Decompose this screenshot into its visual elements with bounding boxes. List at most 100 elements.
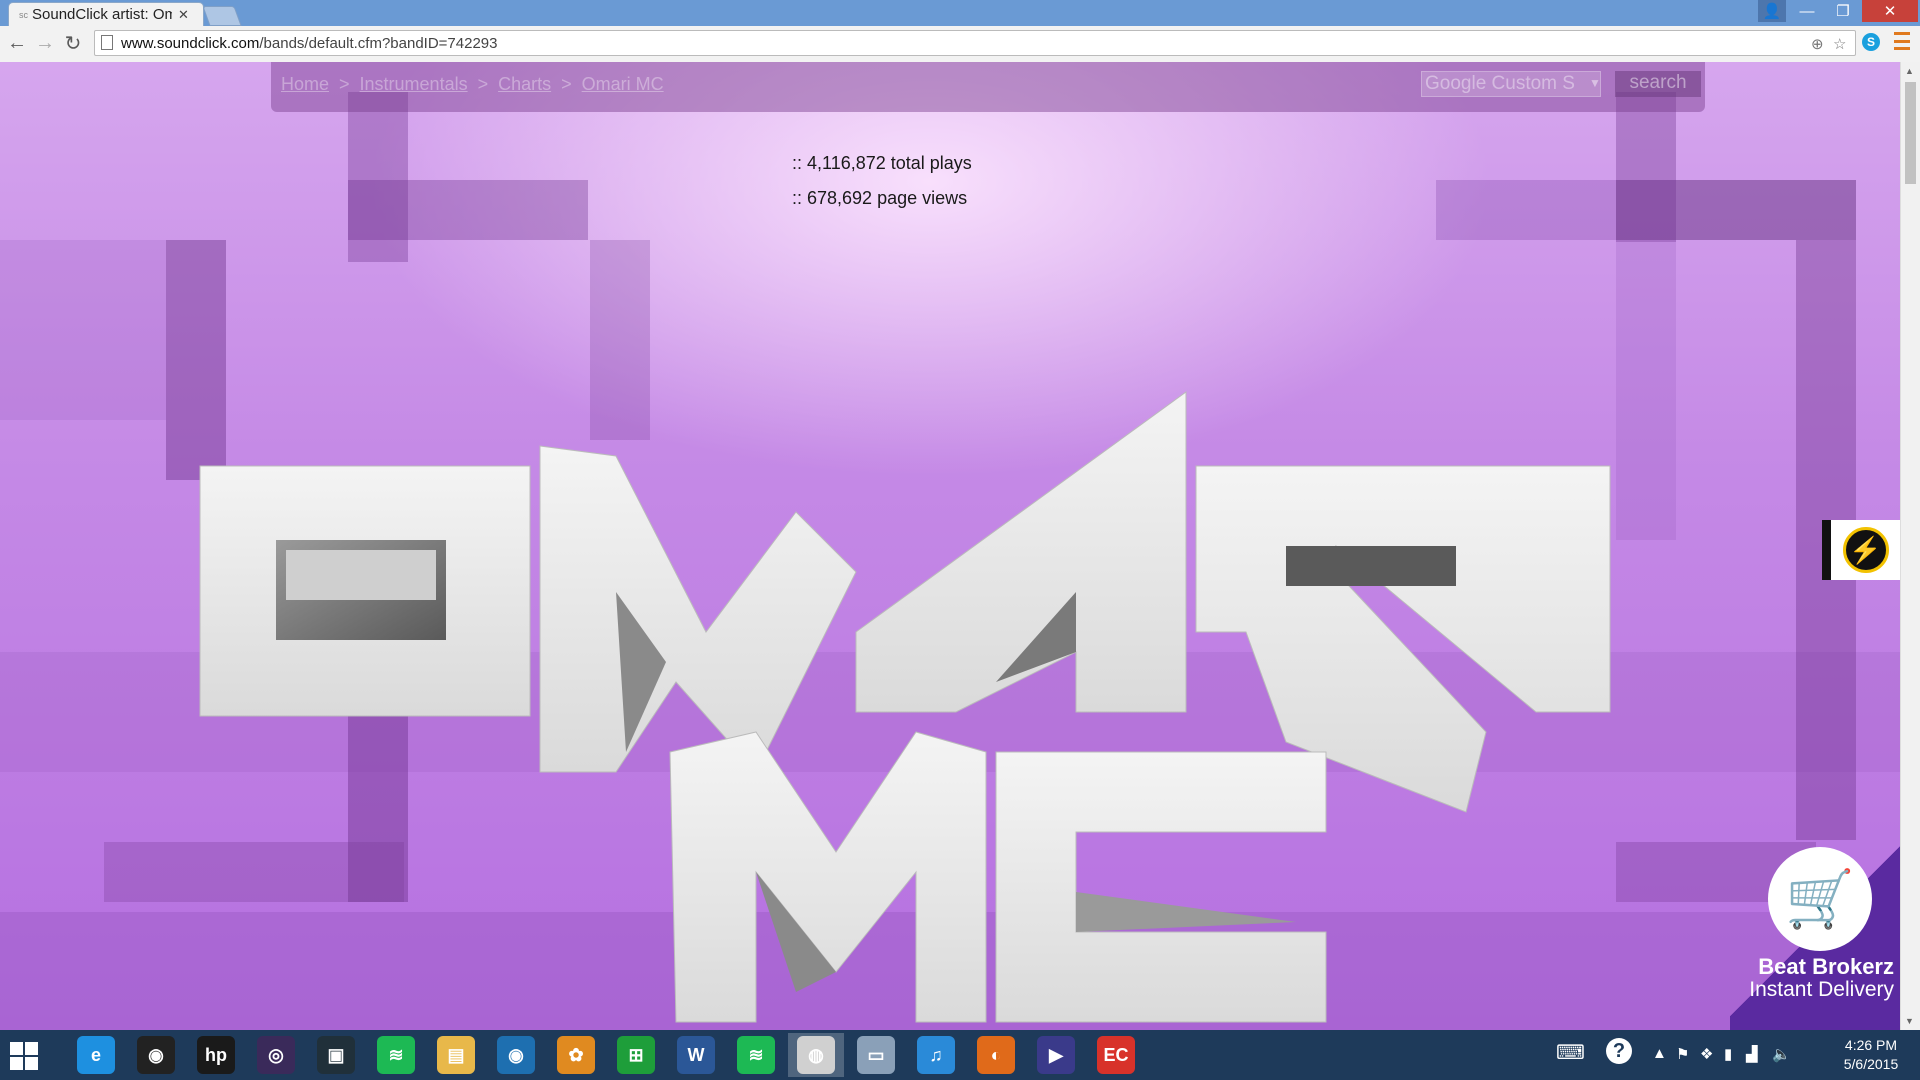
taskbar-app-monitor-app[interactable]: ▭ — [848, 1033, 904, 1077]
forward-arrow-icon[interactable]: → — [34, 32, 56, 54]
reload-icon[interactable]: ↻ — [62, 32, 84, 55]
shopping-cart-icon: 🛒 — [1785, 867, 1855, 930]
logo-letter-a — [855, 391, 1187, 713]
page-icon — [101, 35, 113, 50]
widget-title: Beat Brokerz — [1758, 954, 1894, 979]
taskbar-app-acrobat[interactable]: EC — [1088, 1033, 1144, 1077]
tab-title: SoundClick artist: Om — [32, 6, 172, 23]
breadcrumb-charts[interactable]: Charts — [498, 74, 551, 94]
volume-icon[interactable]: 🔈 — [1772, 1045, 1791, 1063]
help-icon[interactable]: ? — [1606, 1038, 1632, 1064]
battery-icon[interactable]: ▮ — [1724, 1045, 1732, 1063]
search-input[interactable]: Google Custom S — [1421, 71, 1601, 97]
beat-brokerz-widget[interactable]: 🛒 Beat Brokerz Instant Delivery — [1730, 832, 1900, 1030]
scroll-up-arrow-icon[interactable]: ▲ — [1905, 66, 1914, 76]
monitor-app-icon: ▭ — [857, 1036, 895, 1074]
total-plays: :: 4,116,872 total plays — [792, 153, 972, 173]
maximize-button[interactable]: ❐ — [1826, 0, 1860, 22]
logo-letter-c — [995, 751, 1327, 1023]
taskbar-app-spotify-2[interactable]: ≋ — [728, 1033, 784, 1077]
itunes-icon: ♫ — [917, 1036, 955, 1074]
star-icon[interactable]: ☆ — [1833, 35, 1846, 53]
browser-toolbar: ← → ↻ www.soundclick.com/bands/default.c… — [0, 26, 1920, 63]
spotify-icon: ≋ — [377, 1036, 415, 1074]
menu-icon[interactable] — [1894, 32, 1910, 50]
close-tab-icon[interactable]: ✕ — [178, 7, 189, 23]
minimize-button[interactable]: — — [1790, 0, 1824, 22]
bg-tile — [1616, 92, 1676, 242]
artist-stats: :: 4,116,872 total plays :: 678,692 page… — [792, 146, 972, 216]
acrobat-icon: EC — [1097, 1036, 1135, 1074]
favicon: sc — [19, 9, 28, 20]
store-icon: ⊞ — [617, 1036, 655, 1074]
bg-tile — [1436, 180, 1616, 240]
breadcrumb: Home > Instrumentals > Charts > Omari MC — [281, 74, 664, 94]
taskbar-app-video-app[interactable]: ▣ — [308, 1033, 364, 1077]
scrollbar-thumb[interactable] — [1905, 82, 1916, 184]
flag-icon[interactable]: ⚑ — [1676, 1045, 1689, 1063]
video-app-icon: ▣ — [317, 1036, 355, 1074]
bg-tile — [0, 240, 166, 420]
taskbar: e ◉ hp ◎ ▣ ≋ ▤ ◉ ✿ ⊞ W ≋ ◍ ▭ ♫ ◐ ▶ EC ⌨ ? ▲ ⚑ ❖ ▮ ▟ 🔈 4:2… — [0, 1030, 1920, 1080]
zoom-icon[interactable]: ⊕ — [1811, 35, 1824, 53]
lightning-bolt-icon: ⚡ — [1842, 527, 1889, 573]
clock[interactable]: 4:26 PM 5/6/2015 — [1828, 1036, 1914, 1074]
user-icon[interactable]: 👤 — [1758, 0, 1786, 22]
address-bar[interactable]: www.soundclick.com/bands/default.cfm?ban… — [94, 30, 1856, 56]
taskbar-app-word[interactable]: W — [668, 1033, 724, 1077]
bolt-badge[interactable]: ⚡ — [1822, 520, 1900, 580]
taskbar-app-file-explorer[interactable]: ▤ — [428, 1033, 484, 1077]
start-button[interactable] — [10, 1042, 38, 1070]
firefox-icon: ◐ — [977, 1036, 1015, 1074]
logo-letter-o — [199, 465, 531, 717]
webcam-app-icon: ◉ — [137, 1036, 175, 1074]
taskbar-app-itunes[interactable]: ♫ — [908, 1033, 964, 1077]
logo-letter-m — [539, 445, 857, 773]
taskbar-app-webcam-app[interactable]: ◉ — [128, 1033, 184, 1077]
bg-tile — [348, 180, 588, 240]
taskbar-app-disc-app[interactable]: ◉ — [488, 1033, 544, 1077]
page-content: Home > Instrumentals > Charts > Omari MC Googl… — [0, 62, 1900, 1030]
browser-tab[interactable]: sc SoundClick artist: Om ✕ — [8, 2, 204, 26]
clock-time: 4:26 PM — [1844, 1037, 1898, 1053]
artist-logo — [199, 391, 1611, 1023]
taskbar-app-internet-explorer[interactable]: e — [68, 1033, 124, 1077]
cart-badge[interactable]: 🛒 — [1768, 847, 1872, 951]
logo-letter-m-2 — [669, 731, 987, 1023]
dropdown-arrow-icon[interactable]: ▼ — [1589, 76, 1601, 90]
taskbar-app-fl-studio[interactable]: ✿ — [548, 1033, 604, 1077]
network-icon[interactable]: ▟ — [1746, 1045, 1758, 1063]
clock-date: 5/6/2015 — [1843, 1056, 1899, 1072]
taskbar-app-chrome[interactable]: ◍ — [788, 1033, 844, 1077]
close-window-button[interactable]: ✕ — [1862, 0, 1918, 22]
vertical-scrollbar[interactable]: ▲ ▼ — [1900, 62, 1920, 1030]
chrome-icon: ◍ — [797, 1036, 835, 1074]
new-tab-button[interactable] — [202, 6, 242, 26]
disc-app-icon: ◉ — [497, 1036, 535, 1074]
file-explorer-icon: ▤ — [437, 1036, 475, 1074]
camera-app-icon: ▶ — [1037, 1036, 1075, 1074]
taskbar-app-camera-app[interactable]: ▶ — [1028, 1033, 1084, 1077]
spotify-2-icon: ≋ — [737, 1036, 775, 1074]
taskbar-app-store[interactable]: ⊞ — [608, 1033, 664, 1077]
fl-studio-icon: ✿ — [557, 1036, 595, 1074]
page-views: :: 678,692 page views — [792, 188, 968, 208]
search-button[interactable]: search — [1615, 71, 1701, 97]
skype-icon[interactable]: S — [1862, 33, 1880, 51]
taskbar-app-media-app[interactable]: ◎ — [248, 1033, 304, 1077]
media-app-icon: ◎ — [257, 1036, 295, 1074]
title-bar: sc SoundClick artist: Om ✕ 👤 — ❐ ✕ — [0, 0, 1920, 26]
keyboard-icon[interactable]: ⌨ — [1556, 1040, 1585, 1065]
site-nav-bar: Home > Instrumentals > Charts > Omari MC Googl… — [271, 62, 1705, 112]
breadcrumb-home[interactable]: Home — [281, 74, 329, 94]
back-arrow-icon[interactable]: ← — [6, 32, 28, 54]
taskbar-app-spotify[interactable]: ≋ — [368, 1033, 424, 1077]
taskbar-app-firefox[interactable]: ◐ — [968, 1033, 1024, 1077]
scroll-down-arrow-icon[interactable]: ▼ — [1905, 1016, 1914, 1026]
breadcrumb-instrumentals[interactable]: Instrumentals — [360, 74, 468, 94]
dropbox-icon[interactable]: ❖ — [1700, 1045, 1713, 1063]
breadcrumb-artist[interactable]: Omari MC — [582, 74, 664, 94]
internet-explorer-icon: e — [77, 1036, 115, 1074]
tray-expand-icon[interactable]: ▲ — [1652, 1045, 1667, 1062]
taskbar-app-hp-app[interactable]: hp — [188, 1033, 244, 1077]
